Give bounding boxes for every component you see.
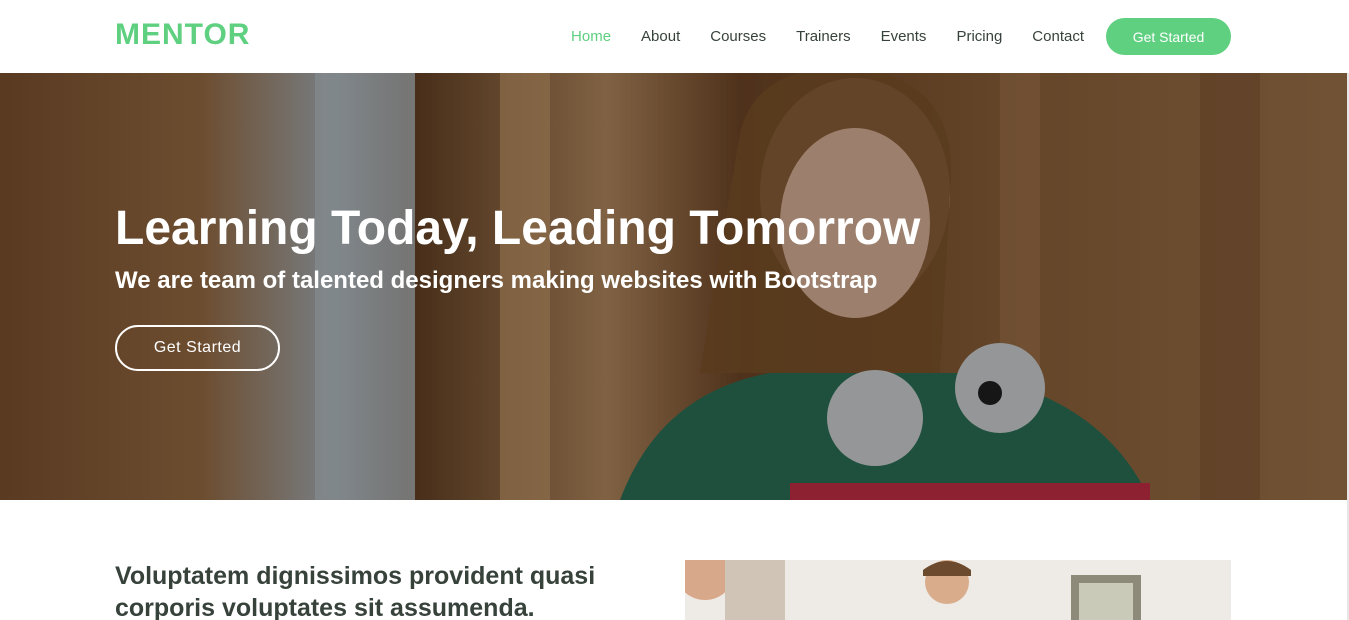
nav-item-home[interactable]: Home: [571, 27, 611, 47]
nav-item-contact[interactable]: Contact: [1032, 27, 1084, 47]
nav-item-about[interactable]: About: [641, 27, 680, 47]
hero-section: Learning Today, Leading Tomorrow We are …: [0, 73, 1347, 500]
about-heading: Voluptatem dignissimos provident quasi c…: [115, 562, 596, 620]
nav-item-trainers[interactable]: Trainers: [796, 27, 850, 47]
nav-item-pricing[interactable]: Pricing: [956, 27, 1002, 47]
site-header: MENTOR Home About Courses Trainers Event…: [0, 0, 1349, 73]
about-photo-graphic: [685, 560, 1231, 620]
hero-subtitle: We are team of talented designers making…: [115, 267, 878, 294]
hero-title: Learning Today, Leading Tomorrow: [115, 202, 921, 255]
hero-get-started-button[interactable]: Get Started: [115, 325, 280, 371]
nav-item-courses[interactable]: Courses: [710, 27, 766, 47]
nav-item-events[interactable]: Events: [881, 27, 927, 47]
main-nav: Home About Courses Trainers Events Prici…: [541, 0, 1084, 73]
site-logo[interactable]: MENTOR: [115, 17, 250, 53]
header-get-started-button[interactable]: Get Started: [1106, 18, 1231, 55]
about-image: [685, 560, 1231, 620]
